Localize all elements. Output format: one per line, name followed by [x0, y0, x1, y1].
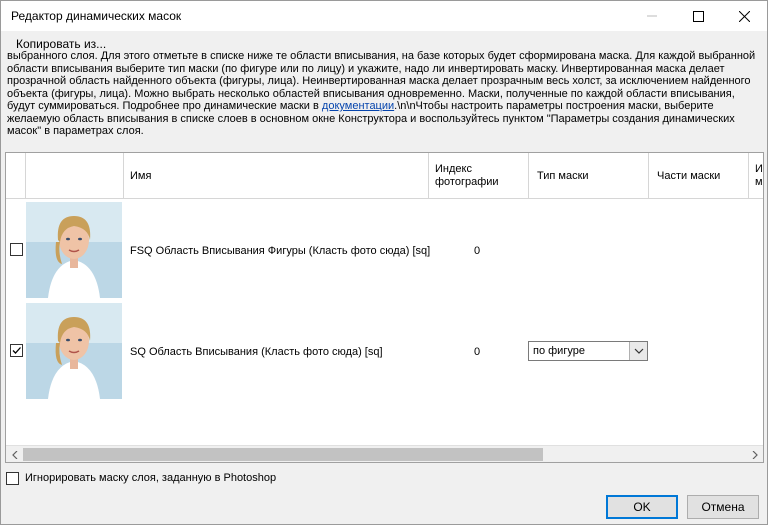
grid-header: Имя Индекс фотографии Тип маски Части ма… — [6, 153, 763, 199]
portrait-icon — [26, 303, 122, 399]
header-mask-type[interactable]: Тип маски — [529, 153, 649, 199]
window-title: Редактор динамических масок — [11, 9, 182, 23]
mask-type-value: по фигуре — [533, 345, 585, 357]
row-name: SQ Область Вписывания (Класть фото сюда)… — [130, 346, 383, 358]
maximize-icon — [692, 10, 704, 22]
documentation-link[interactable]: документации — [322, 100, 394, 112]
maximize-button[interactable] — [675, 1, 721, 31]
minimize-button[interactable] — [629, 1, 675, 31]
row-photo-index: 0 — [474, 346, 481, 358]
row-name: FSQ Область Вписывания Фигуры (Класть фо… — [130, 245, 431, 257]
row-photo-index: 0 — [474, 245, 481, 257]
header-thumb — [26, 153, 124, 199]
scrollbar-thumb[interactable] — [23, 448, 543, 461]
close-icon — [738, 10, 750, 22]
layers-grid: Имя Индекс фотографии Тип маски Части ма… — [5, 152, 764, 463]
header-name[interactable]: Имя — [124, 153, 429, 199]
title-bar: Редактор динамических масок — [1, 1, 767, 31]
scroll-right-icon[interactable] — [746, 446, 763, 462]
portrait-icon — [26, 202, 122, 298]
mask-type-select[interactable]: по фигуре — [528, 341, 648, 361]
close-button[interactable] — [721, 1, 767, 31]
row-checkbox[interactable] — [10, 344, 23, 357]
ignore-layer-mask-label: Игнорировать маску слоя, заданную в Phot… — [25, 472, 277, 484]
minimize-icon — [647, 15, 657, 17]
ignore-layer-mask-checkbox[interactable] — [6, 472, 19, 485]
header-mask-parts[interactable]: Части маски — [649, 153, 749, 199]
header-invert[interactable]: Ин ма — [749, 153, 763, 199]
photo-thumbnail — [26, 303, 122, 399]
photo-thumbnail — [26, 202, 122, 298]
checkmark-icon — [12, 347, 21, 354]
dynamic-mask-editor-window: Редактор динамических масок Копировать и… — [0, 0, 768, 525]
ok-button[interactable]: OK — [606, 495, 678, 519]
scroll-left-icon[interactable] — [6, 446, 23, 462]
table-row[interactable]: FSQ Область Вписывания Фигуры (Класть фо… — [6, 201, 763, 301]
header-photo-index[interactable]: Индекс фотографии — [429, 153, 529, 199]
row-checkbox[interactable] — [10, 243, 23, 256]
cancel-button[interactable]: Отмена — [687, 495, 759, 519]
chevron-down-icon[interactable] — [629, 342, 647, 360]
horizontal-scrollbar[interactable] — [6, 445, 763, 462]
table-row[interactable]: SQ Область Вписывания (Класть фото сюда)… — [6, 302, 763, 402]
description-text: выбранного слоя. Для этого отметьте в сп… — [7, 50, 757, 148]
header-check — [6, 153, 26, 199]
